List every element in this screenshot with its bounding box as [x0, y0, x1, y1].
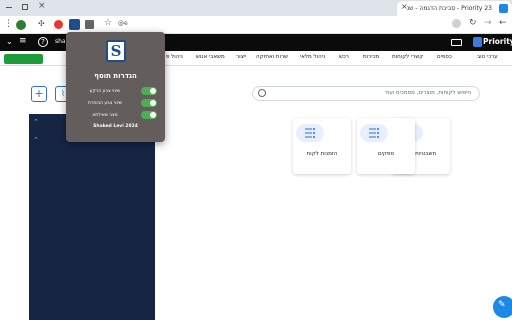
bookmark-star-icon[interactable]: ☆ — [104, 18, 112, 28]
close-icon[interactable]: × — [38, 1, 46, 11]
minimize-icon[interactable] — [6, 7, 12, 8]
priority-logo-icon — [473, 37, 482, 47]
search-icon — [258, 89, 266, 97]
id-card-icon[interactable] — [451, 39, 462, 46]
popup-footer: Shaked Levi 2024 — [93, 124, 138, 129]
tab-close-icon[interactable]: × — [401, 2, 408, 11]
chevron-up-icon[interactable]: ⌃ — [33, 118, 39, 126]
tab-favicon-icon — [499, 4, 508, 13]
chat-button[interactable]: ✎ — [493, 296, 512, 318]
chat-icon: ✎ — [498, 300, 506, 310]
back-icon[interactable]: ← — [499, 18, 507, 28]
setting-label-query: מצב שאילתא — [92, 113, 118, 118]
extension-logo: S — [106, 40, 126, 62]
menu-item-sales[interactable]: מכירות — [363, 54, 379, 60]
add-button[interactable]: + — [31, 86, 47, 102]
extension-s-icon[interactable] — [69, 19, 80, 30]
demo-environment-badge: סביבת הדגמה — [4, 54, 43, 71]
address-bar-text[interactable]: @e — [118, 20, 128, 27]
site-info-icon[interactable] — [452, 19, 461, 28]
chevron-up-icon[interactable]: ⌃ — [33, 136, 39, 144]
menu-item-good-values[interactable]: ערכי טוב — [477, 54, 498, 60]
browser-menu-icon[interactable]: ⋮ — [4, 19, 13, 29]
hamburger-menu-icon[interactable]: ≡ — [19, 36, 27, 46]
browser-tab[interactable]: Priority 23 - סביבת הדגמה - שנ × — [397, 1, 512, 16]
menu-item-crm[interactable]: קשרי לקוחות — [392, 54, 423, 60]
popup-title: הגדרות תוסף — [94, 72, 137, 80]
card-label: ספקים — [377, 151, 395, 157]
extension-red-icon[interactable] — [54, 20, 63, 29]
menu-item-management[interactable]: ניהול פ — [166, 54, 184, 60]
extension-popup: S הגדרות תוסף שינוי צבע הרקע שינוי צבע ה… — [66, 32, 165, 142]
search-placeholder: חיפוש לקוחות, מוצרים, מסמכים ועוד — [384, 90, 471, 96]
extensions-puzzle-icon[interactable]: ✣ — [38, 19, 45, 28]
card-customer-orders[interactable]: הזמנות לקוח — [293, 118, 351, 174]
list-icon — [305, 128, 315, 138]
toggle-header-color[interactable] — [141, 99, 157, 107]
help-icon[interactable]: ? — [38, 37, 48, 47]
menu-item-service[interactable]: שרות ואחזקה — [256, 54, 288, 60]
brand-name: Priority — [483, 37, 512, 46]
demo-environment-label: סביבת הדגמה — [7, 65, 40, 71]
extension-gray-icon[interactable] — [85, 20, 94, 29]
menu-item-purchasing[interactable]: רכש — [339, 54, 349, 60]
browser-tab-bar: × Priority 23 - סביבת הדגמה - שנ × — [0, 0, 512, 16]
reload-icon[interactable]: ↻ — [469, 18, 477, 28]
menu-item-hr[interactable]: משאבי אנוש — [196, 54, 225, 60]
profile-avatar[interactable] — [16, 20, 26, 30]
setting-label-background: שינוי צבע הרקע — [89, 89, 121, 94]
maximize-icon[interactable] — [22, 4, 28, 10]
menu-item-inventory[interactable]: ניהול מלאי — [300, 54, 325, 60]
menu-item-production[interactable]: ייצור — [236, 54, 246, 60]
toggle-background-color[interactable] — [141, 87, 157, 95]
side-panel: ⌃ ⌃ — [29, 114, 155, 320]
card-suppliers[interactable]: ספקים — [357, 118, 415, 174]
list-icon — [369, 128, 379, 138]
toggle-query-mode[interactable] — [141, 111, 157, 119]
setting-label-header: שינוי צבע הכותרת — [87, 101, 123, 106]
logo-letter: S — [110, 42, 122, 60]
chevron-down-icon[interactable]: ⌄ — [6, 37, 13, 46]
card-label: הזמנות לקוח — [306, 151, 338, 157]
tab-title: Priority 23 - סביבת הדגמה - שנ — [406, 5, 492, 12]
forward-icon[interactable]: → — [484, 18, 492, 28]
global-search[interactable]: חיפוש לקוחות, מוצרים, מסמכים ועוד — [252, 86, 480, 101]
menu-item-finance[interactable]: כספים — [437, 54, 452, 60]
